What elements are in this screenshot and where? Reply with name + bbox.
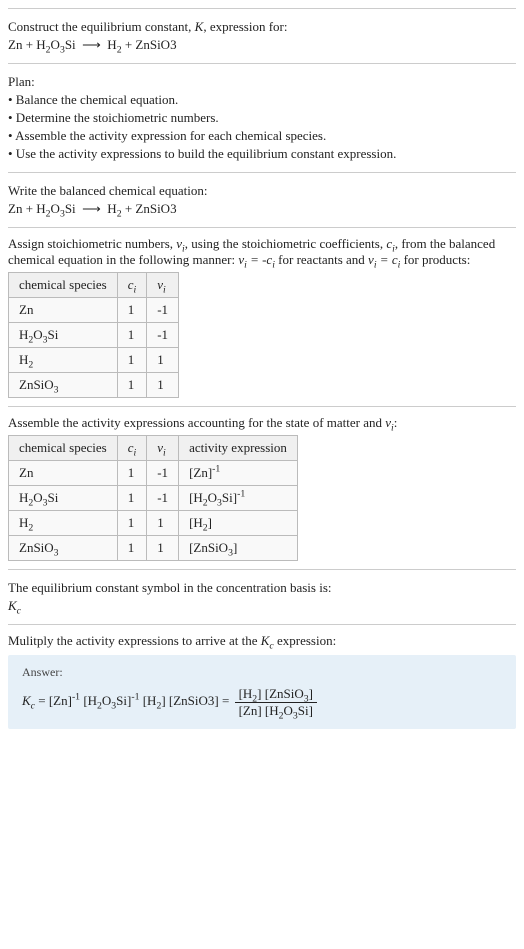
cell-species: H2O3Si <box>9 486 118 511</box>
symbol-value: Kc <box>8 598 516 614</box>
assign-t5: for products: <box>400 252 470 267</box>
assign-section: Assign stoichiometric numbers, νi, using… <box>8 227 516 406</box>
table-header-row: chemical species ci νi activity expressi… <box>9 436 298 461</box>
intro-equation: Zn + H2O3Si ⟶ H2 + ZnSiO3 <box>8 37 516 53</box>
cell-c: 1 <box>117 323 147 348</box>
th-species: chemical species <box>9 436 118 461</box>
th-nui: νi <box>147 436 179 461</box>
assign-text: Assign stoichiometric numbers, νi, using… <box>8 236 516 268</box>
activity-section: Assemble the activity expressions accoun… <box>8 406 516 569</box>
nu-i-2: νi <box>385 415 394 430</box>
cell-c: 1 <box>117 536 147 561</box>
cell-species: ZnSiO3 <box>9 373 118 398</box>
rel1: νi = -ci <box>238 252 275 267</box>
answer-label: Answer: <box>22 665 502 680</box>
cell-c: 1 <box>117 373 147 398</box>
cell-a: [ZnSiO3] <box>179 536 298 561</box>
answer-mid: = [Zn]-1 [H2O3Si]-1 [H2] [ZnSiO3] = <box>38 693 232 708</box>
balanced-heading: Write the balanced chemical equation: <box>8 183 516 199</box>
table-row: H2 1 1 [H2] <box>9 511 298 536</box>
cell-v: -1 <box>147 486 179 511</box>
kc-sym: Kc <box>261 633 274 648</box>
activity-h2: : <box>394 415 398 430</box>
cell-species: ZnSiO3 <box>9 536 118 561</box>
plan-item-0: • Balance the chemical equation. <box>8 92 516 108</box>
cell-a: [H2O3Si]-1 <box>179 486 298 511</box>
cell-c: 1 <box>117 486 147 511</box>
cell-c: 1 <box>117 298 147 323</box>
cell-species: H2 <box>9 348 118 373</box>
cell-v: 1 <box>147 511 179 536</box>
plan-item-2: • Assemble the activity expression for e… <box>8 128 516 144</box>
cell-species: H2O3Si <box>9 323 118 348</box>
assign-t1: Assign stoichiometric numbers, <box>8 236 176 251</box>
cell-v: -1 <box>147 461 179 486</box>
th-nui: νi <box>147 273 179 298</box>
answer-fraction: [H2] [ZnSiO3] [Zn] [H2O3Si] <box>235 686 317 719</box>
cell-a: [H2] <box>179 511 298 536</box>
table-row: ZnSiO3 1 1 <box>9 373 179 398</box>
cell-c: 1 <box>117 511 147 536</box>
c-i: ci <box>386 236 395 251</box>
multiply-section: Mulitply the activity expressions to arr… <box>8 624 516 737</box>
cell-v: 1 <box>147 348 179 373</box>
table-row: Zn 1 -1 [Zn]-1 <box>9 461 298 486</box>
cell-c: 1 <box>117 461 147 486</box>
rel2: νi = ci <box>368 252 400 267</box>
cell-species: Zn <box>9 461 118 486</box>
th-ci: ci <box>117 436 147 461</box>
intro-prompt: Construct the equilibrium constant, K, e… <box>8 19 516 35</box>
answer-box: Answer: Kc = [Zn]-1 [H2O3Si]-1 [H2] [ZnS… <box>8 655 516 729</box>
balanced-equation: Zn + H2O3Si ⟶ H2 + ZnSiO3 <box>8 201 516 217</box>
cell-v: 1 <box>147 373 179 398</box>
answer-equation: Kc = [Zn]-1 [H2O3Si]-1 [H2] [ZnSiO3] = [… <box>22 686 502 719</box>
multiply-heading: Mulitply the activity expressions to arr… <box>8 633 516 649</box>
assign-t2: , using the stoichiometric coefficients, <box>185 236 387 251</box>
table-row: ZnSiO3 1 1 [ZnSiO3] <box>9 536 298 561</box>
intro-text2: , expression for: <box>203 19 287 34</box>
th-ci: ci <box>117 273 147 298</box>
cell-v: 1 <box>147 536 179 561</box>
table-header-row: chemical species ci νi <box>9 273 179 298</box>
fraction-denominator: [Zn] [H2O3Si] <box>235 703 317 719</box>
cell-v: -1 <box>147 323 179 348</box>
th-activity: activity expression <box>179 436 298 461</box>
plan-section: Plan: • Balance the chemical equation. •… <box>8 63 516 172</box>
th-species: chemical species <box>9 273 118 298</box>
intro-section: Construct the equilibrium constant, K, e… <box>8 8 516 63</box>
plan-heading: Plan: <box>8 74 516 90</box>
table-row: Zn 1 -1 <box>9 298 179 323</box>
multiply-h2: expression: <box>274 633 336 648</box>
intro-text1: Construct the equilibrium constant, <box>8 19 195 34</box>
plan-item-1: • Determine the stoichiometric numbers. <box>8 110 516 126</box>
cell-c: 1 <box>117 348 147 373</box>
assign-t4: for reactants and <box>275 252 368 267</box>
cell-a: [Zn]-1 <box>179 461 298 486</box>
activity-h1: Assemble the activity expressions accoun… <box>8 415 385 430</box>
activity-heading: Assemble the activity expressions accoun… <box>8 415 516 431</box>
stoich-table: chemical species ci νi Zn 1 -1 H2O3Si 1 … <box>8 272 179 398</box>
table-row: H2O3Si 1 -1 <box>9 323 179 348</box>
symbol-text: The equilibrium constant symbol in the c… <box>8 580 516 596</box>
nu-i: νi <box>176 236 185 251</box>
symbol-section: The equilibrium constant symbol in the c… <box>8 569 516 624</box>
table-row: H2O3Si 1 -1 [H2O3Si]-1 <box>9 486 298 511</box>
plan-item-3: • Use the activity expressions to build … <box>8 146 516 162</box>
table-row: H2 1 1 <box>9 348 179 373</box>
activity-table: chemical species ci νi activity expressi… <box>8 435 298 561</box>
balanced-section: Write the balanced chemical equation: Zn… <box>8 172 516 227</box>
cell-v: -1 <box>147 298 179 323</box>
multiply-h1: Mulitply the activity expressions to arr… <box>8 633 261 648</box>
cell-species: Zn <box>9 298 118 323</box>
fraction-numerator: [H2] [ZnSiO3] <box>235 686 317 703</box>
kc-lhs: Kc <box>22 693 35 708</box>
cell-species: H2 <box>9 511 118 536</box>
